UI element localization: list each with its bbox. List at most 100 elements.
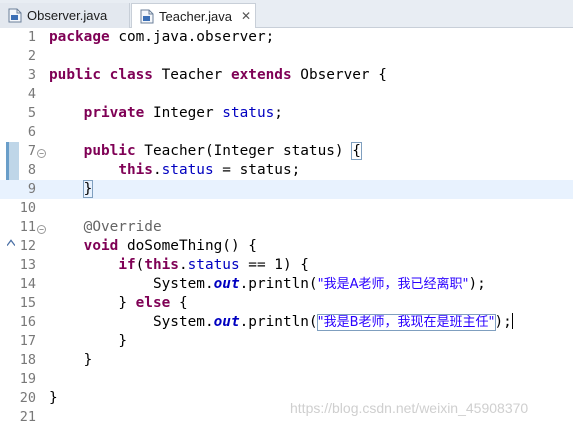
code-text: }: [118, 333, 127, 349]
code-text: );: [494, 314, 512, 330]
line-number: 19: [19, 371, 36, 387]
parameter-name: status: [239, 162, 292, 178]
code-line: 5 private Integer status;: [0, 104, 573, 123]
line-number: 13: [19, 257, 36, 273]
matching-bracket: {: [351, 142, 362, 160]
annotation: @Override: [83, 219, 162, 235]
code-line: 19: [0, 370, 573, 389]
code-text: System.: [152, 314, 214, 330]
tab-teacher-java[interactable]: Teacher.java ✕: [131, 3, 256, 28]
tab-label: Teacher.java: [159, 8, 232, 24]
line-number: 4: [27, 86, 36, 102]
code-line: 1 package com.java.observer;: [0, 28, 573, 47]
line-number: 20: [19, 390, 36, 406]
field-name: status: [222, 105, 275, 121]
code-text: .println(: [239, 276, 318, 292]
code-line: 2: [0, 47, 573, 66]
line-number: 3: [27, 67, 36, 83]
line-number: 16: [19, 314, 36, 330]
code-line-current: 9 }: [0, 180, 573, 199]
text-caret: [92, 180, 94, 196]
code-text: }: [83, 352, 93, 368]
code-line: 18 }: [0, 351, 573, 370]
code-text: == 1) {: [239, 257, 309, 273]
keyword: if: [118, 257, 136, 273]
code-line: 14 System.out.println("我是A老师，我已经离职");: [0, 275, 573, 294]
code-line: 10: [0, 199, 573, 218]
code-text: =: [213, 162, 240, 178]
code-text: System.: [152, 276, 214, 292]
keyword: else: [135, 295, 171, 311]
string-literal: "我是A老师，我已经离职": [317, 277, 469, 292]
code-text: (: [135, 257, 145, 273]
code-line: 8 this.status = status;: [0, 161, 573, 180]
line-number: 6: [27, 124, 36, 140]
code-text: Teacher(Integer: [135, 143, 283, 159]
code-line: 17 }: [0, 332, 573, 351]
line-number: 17: [19, 333, 36, 349]
code-line: 15 } else {: [0, 294, 573, 313]
line-number: 15: [19, 295, 36, 311]
code-line: 12 void doSomeThing() {: [0, 237, 573, 256]
line-number: 5: [27, 105, 36, 121]
keyword: package: [49, 29, 110, 45]
code-text: .: [152, 162, 162, 178]
static-field: out: [213, 276, 240, 292]
field-name: status: [187, 257, 240, 273]
code-text: ): [334, 143, 353, 159]
watermark: https://blog.csdn.net/weixin_45908370: [290, 400, 529, 416]
code-text: ;: [291, 162, 301, 178]
code-line: 13 if(this.status == 1) {: [0, 256, 573, 275]
keyword: public: [83, 143, 136, 159]
code-text: Teacher: [152, 67, 231, 83]
keyword: void: [83, 238, 119, 254]
keyword: public: [49, 67, 101, 83]
code-text: .: [178, 257, 188, 273]
code-line: 6: [0, 123, 573, 142]
code-text: ;: [274, 105, 283, 121]
static-field: out: [213, 314, 240, 330]
close-icon[interactable]: ✕: [239, 9, 253, 23]
field-name: status: [161, 162, 214, 178]
code-editor[interactable]: − − 1 package com.java.observer; 2 3 publi…: [0, 28, 573, 430]
code-text: com.java.observer;: [109, 29, 275, 45]
keyword: this: [144, 257, 179, 273]
code-text: {: [170, 295, 188, 311]
line-number: 2: [27, 48, 36, 64]
line-number: 8: [27, 162, 36, 178]
java-file-icon: [140, 9, 154, 24]
tab-label: Observer.java: [27, 8, 108, 23]
parameter-name: status: [282, 143, 335, 159]
line-number: 10: [19, 200, 36, 216]
keyword: private: [83, 105, 145, 121]
code-text: );: [468, 276, 486, 292]
code-line: 7 public Teacher(Integer status) {: [0, 142, 573, 161]
matching-bracket: }: [82, 180, 94, 198]
line-number: 11: [19, 219, 36, 235]
keyword: this: [118, 162, 153, 178]
line-number: 7: [27, 143, 36, 159]
string-literal-selected: "我是B老师，我现在是班主任": [316, 314, 496, 331]
code-line: 16 System.out.println("我是B老师，我现在是班主任");: [0, 313, 573, 332]
line-number: 12: [19, 238, 36, 254]
line-number: 9: [27, 181, 36, 197]
line-number: 14: [19, 276, 36, 292]
code-line: 3 public class Teacher extends Observer {: [0, 66, 573, 85]
code-text: Integer: [144, 105, 223, 121]
tab-observer-java[interactable]: Observer.java: [0, 3, 130, 28]
keyword: class: [109, 67, 153, 83]
code-line: 4: [0, 85, 573, 104]
code-line: 11 @Override: [0, 218, 573, 237]
code-text: }: [49, 390, 58, 406]
line-number: 1: [27, 29, 36, 45]
line-number: 21: [19, 409, 36, 425]
editor-tab-bar: Observer.java Teacher.java ✕: [0, 0, 573, 28]
text-caret: [511, 313, 513, 329]
keyword: extends: [230, 67, 292, 83]
code-text: }: [118, 295, 136, 311]
code-text: doSomeThing() {: [118, 238, 257, 254]
code-text: .println(: [239, 314, 318, 330]
java-file-icon: [8, 8, 22, 23]
line-number: 18: [19, 352, 36, 368]
code-text: Observer {: [291, 67, 387, 83]
